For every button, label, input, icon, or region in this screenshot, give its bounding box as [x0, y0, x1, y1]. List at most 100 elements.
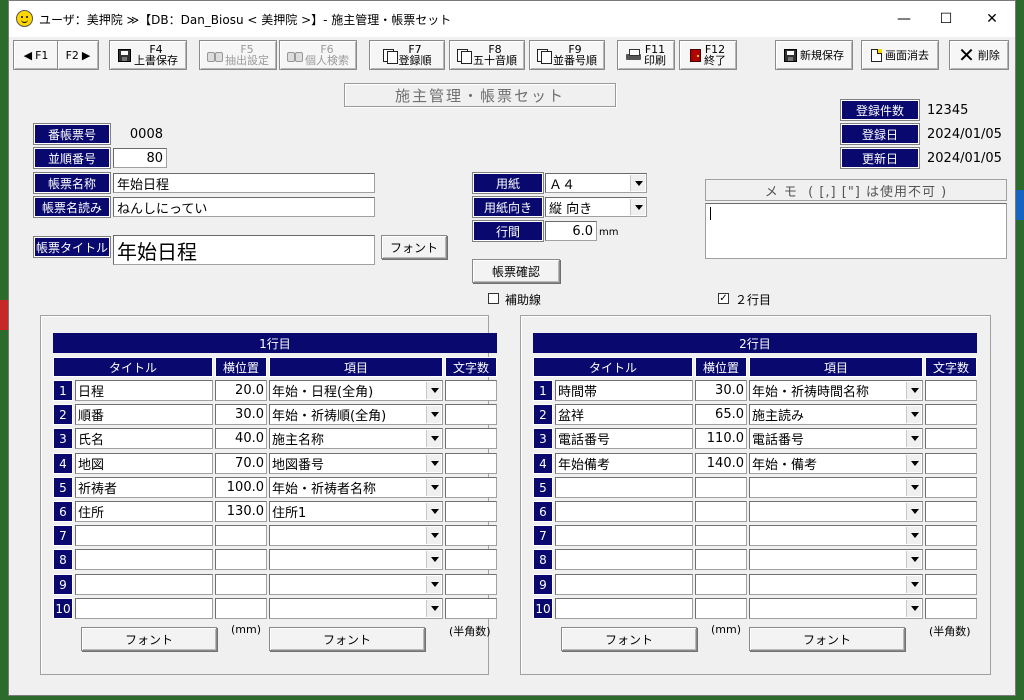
- item-select[interactable]: [749, 525, 923, 546]
- chars-cell[interactable]: [445, 549, 497, 570]
- position-cell[interactable]: [695, 477, 747, 498]
- title-cell[interactable]: [555, 501, 693, 522]
- f2-next-button[interactable]: F2 ▶: [57, 40, 99, 70]
- position-cell[interactable]: [215, 598, 267, 619]
- chars-cell[interactable]: [445, 380, 497, 401]
- chevron-down-icon[interactable]: [906, 406, 921, 423]
- position-cell[interactable]: 30.0: [695, 380, 747, 401]
- form-reading-input[interactable]: ねんしにってい: [113, 197, 375, 217]
- chars-cell[interactable]: [925, 428, 977, 449]
- item-select[interactable]: [269, 549, 443, 570]
- f8-kana-order-button[interactable]: F8 五十音順: [449, 40, 525, 70]
- title-cell[interactable]: 年始備考: [555, 453, 693, 474]
- row2-font-button-2[interactable]: フォント: [749, 627, 905, 651]
- chevron-down-icon[interactable]: [426, 600, 441, 617]
- chars-cell[interactable]: [445, 477, 497, 498]
- chevron-down-icon[interactable]: [906, 576, 921, 593]
- position-cell[interactable]: [695, 598, 747, 619]
- row1-font-button-1[interactable]: フォント: [81, 627, 217, 651]
- chevron-down-icon[interactable]: [426, 455, 441, 472]
- item-select[interactable]: [749, 598, 923, 619]
- item-select[interactable]: 年始・祈祷順(全角): [269, 404, 443, 425]
- f6-person-search-button[interactable]: F6 個人検索: [279, 40, 357, 70]
- title-cell[interactable]: [555, 477, 693, 498]
- clear-screen-button[interactable]: 画面消去: [861, 40, 939, 70]
- title-cell[interactable]: 盆祥: [555, 404, 693, 425]
- chars-cell[interactable]: [445, 404, 497, 425]
- title-cell[interactable]: 日程: [75, 380, 213, 401]
- position-cell[interactable]: 40.0: [215, 428, 267, 449]
- f12-exit-button[interactable]: F12 終了: [679, 40, 737, 70]
- item-select[interactable]: 地図番号: [269, 453, 443, 474]
- f1-prev-button[interactable]: ◀ F1: [13, 40, 59, 70]
- title-cell[interactable]: 時間帯: [555, 380, 693, 401]
- chevron-down-icon[interactable]: [906, 527, 921, 544]
- chevron-down-icon[interactable]: [426, 503, 441, 520]
- close-button[interactable]: ✕: [980, 7, 1004, 31]
- chevron-down-icon[interactable]: [426, 551, 441, 568]
- item-select[interactable]: [749, 574, 923, 595]
- item-select[interactable]: 年始・祈祷時間名称: [749, 380, 923, 401]
- chevron-down-icon[interactable]: [906, 600, 921, 617]
- position-cell[interactable]: 140.0: [695, 453, 747, 474]
- item-select[interactable]: [749, 501, 923, 522]
- item-select[interactable]: 年始・日程(全角): [269, 380, 443, 401]
- position-cell[interactable]: [215, 574, 267, 595]
- chars-cell[interactable]: [445, 525, 497, 546]
- guide-line-checkbox[interactable]: [488, 293, 499, 304]
- title-cell[interactable]: [555, 598, 693, 619]
- chevron-down-icon[interactable]: [426, 382, 441, 399]
- orientation-select[interactable]: 縦 向き: [545, 197, 647, 217]
- item-select[interactable]: 施主読み: [749, 404, 923, 425]
- chevron-down-icon[interactable]: [906, 455, 921, 472]
- title-cell[interactable]: [75, 549, 213, 570]
- chars-cell[interactable]: [445, 501, 497, 522]
- delete-button[interactable]: ✕ 削除: [949, 40, 1009, 70]
- chars-cell[interactable]: [445, 598, 497, 619]
- item-select[interactable]: [749, 477, 923, 498]
- chars-cell[interactable]: [925, 525, 977, 546]
- position-cell[interactable]: 100.0: [215, 477, 267, 498]
- position-cell[interactable]: [695, 525, 747, 546]
- order-number-input[interactable]: 80: [113, 148, 167, 168]
- chevron-down-icon[interactable]: [630, 175, 645, 191]
- memo-textarea[interactable]: [705, 203, 1007, 259]
- title-cell[interactable]: 祈祷者: [75, 477, 213, 498]
- f4-overwrite-save-button[interactable]: F4 上書保存: [109, 40, 187, 70]
- position-cell[interactable]: [695, 549, 747, 570]
- position-cell[interactable]: 65.0: [695, 404, 747, 425]
- form-name-input[interactable]: 年始日程: [113, 173, 375, 193]
- row1-font-button-2[interactable]: フォント: [269, 627, 425, 651]
- item-select[interactable]: [749, 549, 923, 570]
- chars-cell[interactable]: [925, 404, 977, 425]
- chars-cell[interactable]: [925, 574, 977, 595]
- position-cell[interactable]: 70.0: [215, 453, 267, 474]
- chars-cell[interactable]: [925, 453, 977, 474]
- title-cell[interactable]: [555, 525, 693, 546]
- chevron-down-icon[interactable]: [906, 382, 921, 399]
- chevron-down-icon[interactable]: [426, 576, 441, 593]
- form-title-input[interactable]: 年始日程: [113, 235, 375, 265]
- form-confirm-button[interactable]: 帳票確認: [472, 259, 560, 283]
- chars-cell[interactable]: [445, 453, 497, 474]
- chevron-down-icon[interactable]: [906, 551, 921, 568]
- paper-select[interactable]: Ａ４: [545, 173, 647, 193]
- position-cell[interactable]: 20.0: [215, 380, 267, 401]
- chevron-down-icon[interactable]: [426, 479, 441, 496]
- chars-cell[interactable]: [925, 501, 977, 522]
- chevron-down-icon[interactable]: [630, 199, 645, 215]
- item-select[interactable]: [269, 598, 443, 619]
- chars-cell[interactable]: [925, 549, 977, 570]
- title-cell[interactable]: 住所: [75, 501, 213, 522]
- title-cell[interactable]: [75, 574, 213, 595]
- title-cell[interactable]: [75, 525, 213, 546]
- item-select[interactable]: 住所1: [269, 501, 443, 522]
- chevron-down-icon[interactable]: [906, 479, 921, 496]
- position-cell[interactable]: [215, 549, 267, 570]
- item-select[interactable]: 施主名称: [269, 428, 443, 449]
- title-cell[interactable]: 電話番号: [555, 428, 693, 449]
- line-spacing-input[interactable]: 6.0: [545, 221, 597, 241]
- item-select[interactable]: [269, 574, 443, 595]
- new-save-button[interactable]: 新規保存: [775, 40, 853, 70]
- item-select[interactable]: [269, 525, 443, 546]
